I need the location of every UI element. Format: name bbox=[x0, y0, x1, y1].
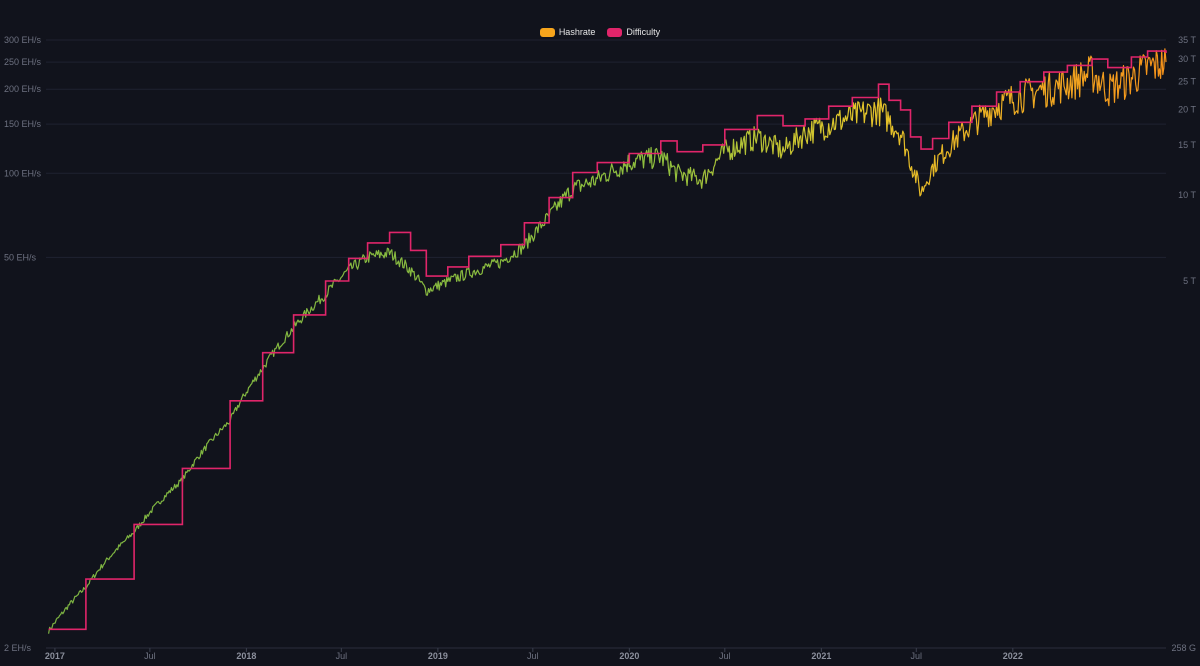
left-tick-label: 100 EH/s bbox=[4, 168, 42, 178]
legend-item-hashrate[interactable]: Hashrate bbox=[539, 27, 596, 37]
x-tick-label: 2020 bbox=[619, 651, 639, 661]
series-layer bbox=[48, 48, 1167, 634]
grid bbox=[46, 39, 1166, 649]
left-tick-label: 2 EH/s bbox=[4, 643, 32, 653]
left-tick-label: 200 EH/s bbox=[4, 84, 42, 94]
difficulty-swatch bbox=[607, 27, 623, 37]
x-tick-label: Jul bbox=[911, 651, 923, 661]
right-tick-label: 25 T bbox=[1178, 77, 1196, 87]
difficulty-line bbox=[48, 50, 1167, 631]
left-y-axis: 300 EH/s250 EH/s200 EH/s150 EH/s100 EH/s… bbox=[4, 35, 42, 653]
x-axis: 2017 Jul 2018 Jul 2019 Jul 2020 Jul 2021 Jul 2022 bbox=[45, 647, 1166, 661]
right-tick-label: 30 T bbox=[1178, 54, 1196, 64]
x-tick-label: 2021 bbox=[811, 651, 831, 661]
x-tick-label: Jul bbox=[527, 651, 539, 661]
hashrate-line bbox=[48, 48, 1167, 634]
x-tick-label: 2017 bbox=[45, 651, 65, 661]
right-tick-label: 258 G bbox=[1171, 643, 1196, 653]
left-tick-label: 150 EH/s bbox=[4, 119, 42, 129]
x-tick-label: Jul bbox=[719, 651, 731, 661]
right-y-axis: 35 T30 T25 T20 T15 T10 T5 T258 G bbox=[1171, 35, 1196, 653]
x-tick-label: Jul bbox=[144, 651, 156, 661]
x-tick-label: 2019 bbox=[428, 651, 448, 661]
hashrate-difficulty-chart: 300 EH/s250 EH/s200 EH/s150 EH/s100 EH/s… bbox=[4, 35, 1196, 661]
legend-label-difficulty: Difficulty bbox=[626, 27, 661, 37]
left-tick-label: 50 EH/s bbox=[4, 252, 37, 262]
right-tick-label: 5 T bbox=[1183, 276, 1196, 286]
x-tick-label: Jul bbox=[336, 651, 348, 661]
hashrate-swatch bbox=[539, 27, 555, 37]
right-tick-label: 15 T bbox=[1178, 140, 1196, 150]
legend-item-difficulty[interactable]: Difficulty bbox=[607, 27, 660, 37]
right-tick-label: 20 T bbox=[1178, 104, 1196, 114]
right-tick-label: 10 T bbox=[1178, 190, 1196, 200]
legend: Hashrate Difficulty bbox=[0, 27, 1200, 37]
legend-label-hashrate: Hashrate bbox=[558, 27, 596, 37]
x-tick-label: 2018 bbox=[236, 651, 256, 661]
x-tick-label: 2022 bbox=[1003, 651, 1023, 661]
left-tick-label: 250 EH/s bbox=[4, 57, 42, 67]
